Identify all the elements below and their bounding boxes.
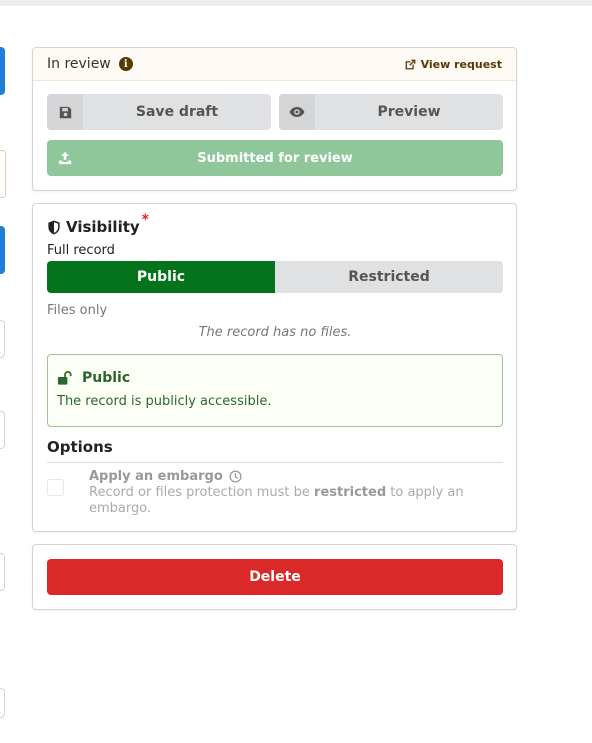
public-option-button[interactable]: Public [47, 261, 275, 293]
options-heading: Options [47, 438, 503, 463]
submit-review-button[interactable]: Submitted for review [47, 140, 503, 176]
save-draft-button[interactable]: Save draft [47, 94, 271, 130]
no-files-message: The record has no files. [198, 325, 352, 340]
embargo-description: Record or files protection must be restr… [89, 485, 503, 517]
delete-card: Delete [32, 544, 517, 610]
save-draft-label: Save draft [135, 104, 219, 120]
delete-button[interactable]: Delete [47, 559, 503, 595]
visibility-heading: Visibility * [47, 212, 149, 236]
status-header: In review i View request [33, 48, 516, 81]
left-panel-field-edge[interactable] [0, 553, 5, 591]
embargo-desc-bold: restricted [314, 485, 387, 500]
preview-label: Preview [377, 104, 441, 120]
shield-icon [48, 219, 60, 235]
external-link-icon [405, 59, 415, 69]
files-only-label: Files only [47, 303, 108, 318]
embargo-checkbox[interactable] [47, 479, 64, 496]
embargo-label-row: Apply an embargo [89, 469, 242, 484]
eye-icon [279, 94, 315, 130]
submit-review-label: Submitted for review [197, 150, 353, 166]
view-request-label: View request [420, 57, 502, 71]
access-message-title: Public [82, 370, 131, 386]
left-panel-button-edge[interactable] [0, 226, 5, 274]
access-toggle: Public Restricted [47, 261, 503, 293]
visibility-card: Visibility * Full record Public Restrict… [32, 203, 517, 532]
upload-icon [47, 140, 83, 176]
left-panel-field-edge[interactable] [0, 688, 5, 718]
status-label: In review [47, 56, 111, 72]
visibility-title: Visibility [66, 218, 140, 236]
clock-icon [229, 470, 242, 483]
full-record-label: Full record [47, 243, 115, 258]
save-icon [47, 94, 83, 130]
unlock-icon [57, 371, 72, 385]
deposit-status-card: In review i View request Save draft Prev… [32, 47, 517, 191]
left-panel-field-edge[interactable] [0, 320, 5, 358]
embargo-label: Apply an embargo [89, 469, 223, 484]
embargo-desc-prefix: Record or files protection must be [89, 485, 310, 500]
required-marker: * [141, 212, 149, 228]
left-panel-box-edge [0, 150, 6, 198]
restricted-option-button[interactable]: Restricted [275, 261, 503, 293]
view-request-link[interactable]: View request [404, 58, 502, 71]
preview-button[interactable]: Preview [279, 94, 503, 130]
top-strip [0, 0, 592, 6]
access-message-box: Public The record is publicly accessible… [47, 354, 503, 427]
access-message-text: The record is publicly accessible. [57, 394, 272, 409]
left-panel-button-edge[interactable] [0, 47, 5, 95]
info-icon[interactable]: i [118, 57, 133, 71]
left-panel-field-edge[interactable] [0, 411, 5, 449]
